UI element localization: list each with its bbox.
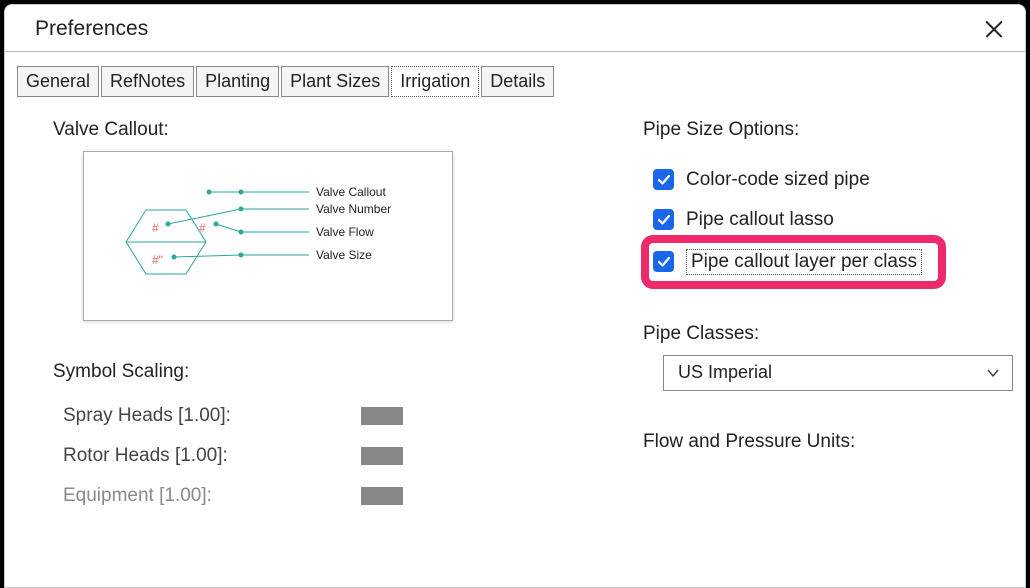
scaling-label: Rotor Heads [1.00]: — [63, 445, 361, 467]
content-area: GeneralRefNotesPlantingPlant SizesIrriga… — [5, 51, 1025, 578]
checkbox-row: Pipe callout layer per class — [653, 249, 1023, 275]
tab-bar: GeneralRefNotesPlantingPlant SizesIrriga… — [5, 66, 1025, 97]
scaling-value-bar[interactable] — [361, 407, 403, 425]
flow-pressure-heading: Flow and Pressure Units: — [643, 431, 1023, 453]
symbol-scaling-heading: Symbol Scaling: — [53, 361, 483, 383]
symbol-scaling-list: Spray Heads [1.00]: Rotor Heads [1.00]: Eq… — [53, 393, 483, 507]
pipe-classes-select[interactable]: US Imperial — [663, 355, 1013, 391]
scaling-row: Equipment [1.00]: — [63, 485, 403, 507]
tab-refnotes[interactable]: RefNotes — [101, 66, 194, 97]
pipe-classes-value: US Imperial — [678, 362, 772, 383]
close-icon[interactable] — [985, 20, 1003, 38]
label-valve-flow: Valve Flow — [316, 225, 374, 239]
pipe-size-options-heading: Pipe Size Options: — [643, 119, 1023, 141]
columns: Valve Callout: # # #" — [5, 97, 1025, 525]
tab-planting[interactable]: Planting — [196, 66, 279, 97]
check-icon — [657, 213, 671, 227]
scaling-label: Equipment [1.00]: — [63, 485, 361, 507]
tab-general[interactable]: General — [17, 66, 99, 97]
checkbox-row: Pipe callout lasso — [653, 209, 1023, 231]
scaling-value-bar[interactable] — [361, 487, 403, 505]
scaling-row: Rotor Heads [1.00]: — [63, 445, 403, 467]
scaling-label: Spray Heads [1.00]: — [63, 405, 361, 427]
scaling-row: Spray Heads [1.00]: — [63, 405, 403, 427]
pipe-classes-heading: Pipe Classes: — [643, 323, 1023, 345]
tab-details[interactable]: Details — [481, 66, 554, 97]
scaling-value-bar[interactable] — [361, 447, 403, 465]
preferences-window: Preferences GeneralRefNotesPlantingPlant… — [4, 4, 1026, 588]
hash-valve-number: # — [152, 221, 159, 235]
valve-callout-heading: Valve Callout: — [53, 119, 483, 141]
label-valve-size: Valve Size — [316, 248, 372, 262]
tab-plant-sizes[interactable]: Plant Sizes — [281, 66, 389, 97]
tab-irrigation[interactable]: Irrigation — [391, 66, 479, 97]
checkbox[interactable] — [653, 251, 674, 272]
hash-valve-size: #" — [152, 253, 163, 267]
hash-valve-flow: # — [199, 221, 206, 235]
label-valve-callout: Valve Callout — [316, 185, 386, 199]
check-icon — [657, 255, 671, 269]
valve-callout-diagram: # # #" — [84, 152, 454, 322]
window-title: Preferences — [35, 17, 148, 41]
left-column: Valve Callout: # # #" — [53, 119, 483, 525]
checkbox-row: Color-code sized pipe — [653, 169, 1023, 191]
checkbox[interactable] — [653, 169, 674, 190]
right-column: Pipe Size Options: Color-code sized pipe… — [643, 119, 1023, 525]
valve-callout-preview: # # #" — [83, 151, 453, 321]
checkbox-label[interactable]: Pipe callout lasso — [686, 209, 834, 231]
label-valve-number: Valve Number — [316, 202, 391, 216]
check-icon — [657, 173, 671, 187]
checkbox-label[interactable]: Pipe callout layer per class — [686, 249, 922, 275]
chevron-down-icon — [986, 366, 1000, 380]
pipe-size-options-list: Color-code sized pipe Pipe callout lasso P… — [643, 151, 1023, 275]
checkbox-label[interactable]: Color-code sized pipe — [686, 169, 870, 191]
titlebar: Preferences — [5, 5, 1025, 51]
checkbox[interactable] — [653, 209, 674, 230]
